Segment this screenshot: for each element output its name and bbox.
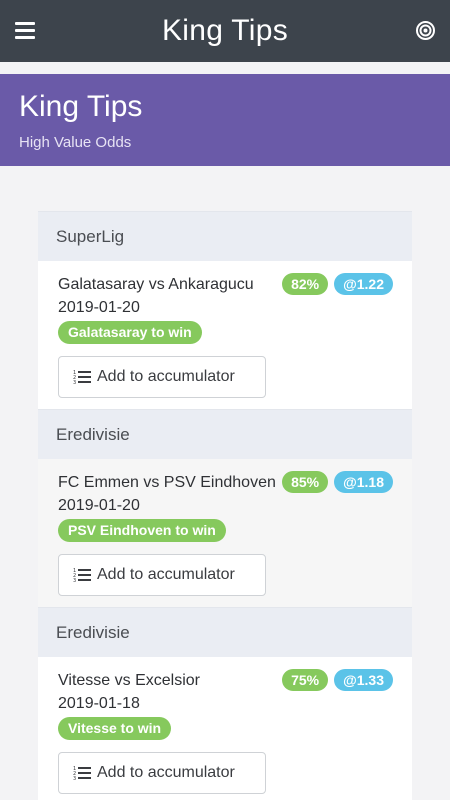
- target-icon[interactable]: [415, 20, 436, 41]
- top-app-bar: King Tips: [0, 0, 450, 62]
- app-title: King Tips: [161, 14, 289, 47]
- tip-badges: 75% @1.33: [282, 669, 393, 691]
- league-header: SuperLig: [38, 211, 412, 261]
- numbered-list-icon: 1 2 3: [73, 766, 91, 781]
- tip-badges: 85% @1.18: [282, 471, 393, 493]
- add-to-accumulator-label: Add to accumulator: [97, 566, 235, 583]
- tip-row: FC Emmen vs PSV Eindhoven 2019-01-20 85%…: [38, 459, 412, 607]
- svg-text:3: 3: [73, 380, 76, 385]
- add-to-accumulator-label: Add to accumulator: [97, 764, 235, 781]
- numbered-list-icon: 1 2 3: [73, 568, 91, 583]
- match-date: 2019-01-20: [58, 497, 140, 514]
- league-header: Eredivisie: [38, 607, 412, 657]
- svg-text:3: 3: [73, 578, 76, 583]
- pick-badge: PSV Eindhoven to win: [58, 519, 226, 542]
- hero-banner: King Tips High Value Odds: [0, 74, 450, 166]
- add-to-accumulator-button[interactable]: 1 2 3 Add to accumulator: [58, 356, 266, 398]
- tip-row: Galatasaray vs Ankaragucu 2019-01-20 82%…: [38, 261, 412, 409]
- tip-badges: 82% @1.22: [282, 273, 393, 295]
- hero-title: King Tips: [19, 90, 143, 123]
- tip-row: Vitesse vs Excelsior 2019-01-18 75% @1.3…: [38, 657, 412, 800]
- add-to-accumulator-button[interactable]: 1 2 3 Add to accumulator: [58, 752, 266, 794]
- add-to-accumulator-label: Add to accumulator: [97, 368, 235, 385]
- match-date: 2019-01-18: [58, 695, 140, 712]
- add-to-accumulator-button[interactable]: 1 2 3 Add to accumulator: [58, 554, 266, 596]
- hero-subtitle: High Value Odds: [19, 134, 132, 151]
- probability-badge: 85%: [282, 471, 329, 493]
- numbered-list-icon: 1 2 3: [73, 370, 91, 385]
- hamburger-menu-icon[interactable]: [15, 22, 35, 39]
- probability-badge: 75%: [282, 669, 329, 691]
- pick-badge: Vitesse to win: [58, 717, 172, 740]
- tips-card: SuperLig Galatasaray vs Ankaragucu 2019-…: [38, 211, 412, 800]
- pick-badge: Galatasaray to win: [58, 321, 202, 344]
- probability-badge: 82%: [282, 273, 329, 295]
- match-date: 2019-01-20: [58, 299, 140, 316]
- league-header: Eredivisie: [38, 409, 412, 459]
- odds-badge: @1.33: [334, 669, 393, 691]
- odds-badge: @1.18: [334, 471, 393, 493]
- svg-text:3: 3: [73, 776, 76, 781]
- odds-badge: @1.22: [334, 273, 393, 295]
